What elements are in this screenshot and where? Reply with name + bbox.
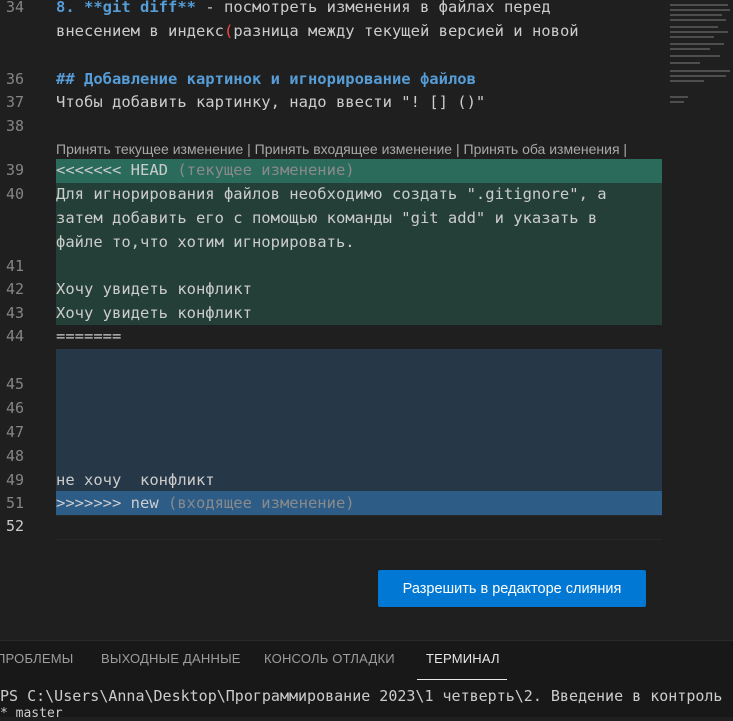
conflict-marker-incoming: >>>>>>> new <box>56 494 159 512</box>
accept-current-change-link[interactable]: Принять текущее изменение <box>56 141 243 157</box>
line-number: 42 <box>5 280 24 298</box>
line-text: внесением в индекс <box>56 22 224 40</box>
minimap-line <box>670 4 728 6</box>
line-number: 48 <box>5 447 24 465</box>
minimap-line <box>670 80 704 82</box>
code-line-37[interactable]: Чтобы добавить картинку, надо ввести "! … <box>56 91 485 114</box>
line-number: 37 <box>5 93 24 111</box>
code-editor[interactable]: 34 36 37 38 39 40 41 42 43 44 45 46 47 4… <box>0 0 733 640</box>
merge-codelens: Принять текущее изменение | Принять вход… <box>56 141 631 157</box>
line-number: 47 <box>5 423 24 441</box>
minimap-line <box>670 62 700 64</box>
terminal-branch-line[interactable]: * master <box>0 706 63 721</box>
code-line-39[interactable]: <<<<<<< HEAD (текущее изменение) <box>56 159 355 182</box>
accept-both-changes-link[interactable]: Принять оба изменения <box>464 141 620 157</box>
line-number: 45 <box>5 375 24 393</box>
line-number-active: 52 <box>5 517 24 535</box>
codelens-separator: | <box>452 141 464 157</box>
line-number: 36 <box>5 70 24 88</box>
code-line-40[interactable]: Для игнорирования файлов необходимо созд… <box>56 183 607 206</box>
minimap-line <box>670 43 724 45</box>
line-number: 44 <box>5 327 24 345</box>
current-line-highlight <box>56 515 662 540</box>
code-line-44[interactable]: ======= <box>56 325 121 348</box>
bold-text: **git diff** <box>84 0 196 16</box>
tab-debug-console[interactable]: КОНСОЛЬ ОТЛАДКИ <box>264 651 395 666</box>
line-number: 40 <box>5 185 24 203</box>
active-tab-indicator <box>417 679 507 680</box>
line-text: - посмотреть изменения в файлах перед <box>196 0 551 16</box>
minimap-line <box>670 96 688 98</box>
minimap-line <box>670 31 728 33</box>
line-number: 41 <box>5 257 24 275</box>
line-number: 51 <box>5 494 24 512</box>
resolve-in-merge-editor-button[interactable]: Разрешить в редакторе слияния <box>378 570 646 607</box>
codelens-separator: | <box>619 141 631 157</box>
line-number: 49 <box>5 471 24 489</box>
minimap-line <box>670 48 710 50</box>
code-line-34-wrap[interactable]: внесением в индекс(разница между текущей… <box>56 20 579 43</box>
minimap-line <box>670 70 730 72</box>
bottom-panel: ПРОБЛЕМЫ ВЫХОДНЫЕ ДАННЫЕ КОНСОЛЬ ОТЛАДКИ… <box>0 640 733 717</box>
minimap-line <box>670 14 722 16</box>
line-number: 38 <box>5 117 24 135</box>
accept-incoming-change-link[interactable]: Принять входящее изменение <box>255 141 452 157</box>
minimap-line <box>670 55 720 57</box>
code-line-40-wrap[interactable]: затем добавить его с помощью команды "gi… <box>56 207 597 230</box>
line-number: 46 <box>5 399 24 417</box>
minimap-line <box>670 26 718 28</box>
minimap[interactable] <box>668 0 733 110</box>
code-line-40-wrap[interactable]: файле то,что хотим игнорировать. <box>56 231 355 254</box>
code-line-43[interactable]: Хочу увидеть конфликт <box>56 302 252 325</box>
codelens-separator: | <box>243 141 255 157</box>
conflict-marker-head: <<<<<<< HEAD <box>56 161 168 179</box>
minimap-line <box>670 36 714 38</box>
line-number: 43 <box>5 304 24 322</box>
minimap-line <box>670 19 726 21</box>
line-number: 34 <box>5 0 24 16</box>
terminal-prompt[interactable]: PS C:\Users\Anna\Desktop\Программировани… <box>0 687 733 705</box>
code-line-34[interactable]: 8. **git diff** - посмотреть изменения в… <box>56 0 551 19</box>
incoming-change-label: (входящее изменение) <box>158 494 355 512</box>
code-line-51[interactable]: >>>>>>> new (входящее изменение) <box>56 492 355 515</box>
minimap-line <box>670 75 726 77</box>
code-line-36[interactable]: ## Добавление картинок и игнорирование ф… <box>56 68 476 91</box>
minimap-line <box>670 9 730 11</box>
minimap-line <box>670 101 684 103</box>
code-line-42[interactable]: Хочу увидеть конфликт <box>56 278 252 301</box>
line-text: разница между текущей версией и новой <box>233 22 579 40</box>
unmatched-paren: ( <box>223 22 234 40</box>
code-line-50[interactable]: не хочу конфликт <box>56 469 215 492</box>
list-number: 8. <box>56 0 75 16</box>
current-change-label: (текущее изменение) <box>167 161 355 179</box>
tab-terminal[interactable]: ТЕРМИНАЛ <box>426 651 500 666</box>
tab-output[interactable]: ВЫХОДНЫЕ ДАННЫЕ <box>101 651 241 666</box>
line-number: 39 <box>5 161 24 179</box>
tab-problems[interactable]: ПРОБЛЕМЫ <box>0 651 74 666</box>
